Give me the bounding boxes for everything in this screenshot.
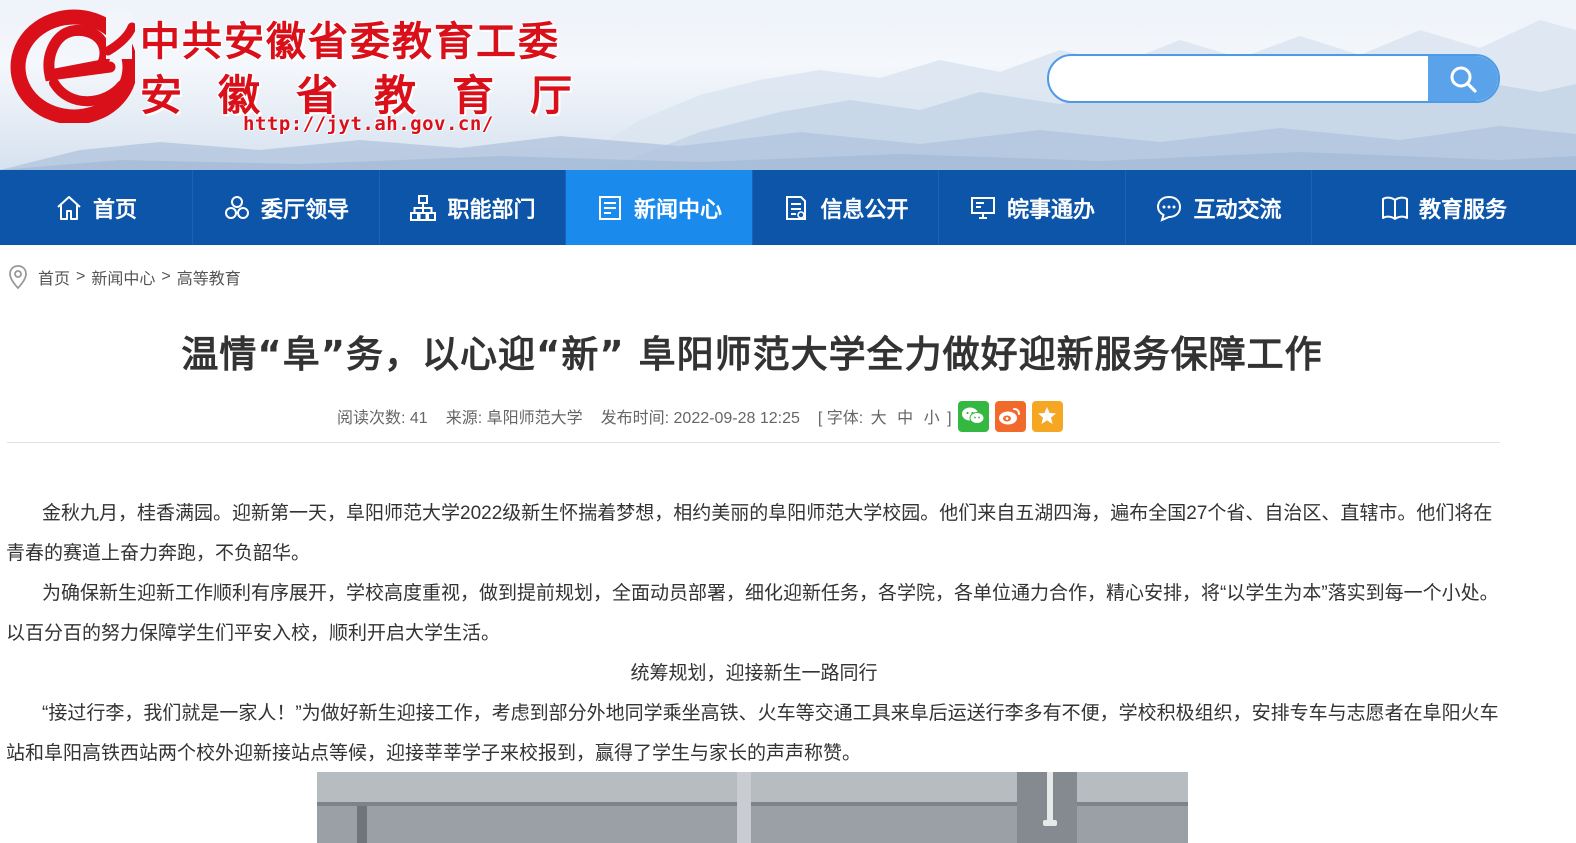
news-icon [598, 195, 621, 220]
nav-item-departments[interactable]: 职能部门 [380, 170, 566, 245]
nav-item-online-services[interactable]: 皖事通办 [939, 170, 1126, 245]
book-icon [1381, 196, 1408, 220]
nav-label: 教育服务 [1418, 196, 1507, 222]
nav-label: 信息公开 [820, 196, 909, 222]
weibo-icon [999, 408, 1021, 425]
org-chart-icon [410, 194, 437, 221]
share-wechat-button[interactable] [957, 400, 989, 432]
wechat-icon [962, 407, 985, 424]
chat-icon [1157, 195, 1182, 222]
breadcrumb: 首页 > 新闻中心 > 高等教育 [8, 263, 241, 291]
nav-label: 皖事通办 [1006, 196, 1095, 222]
article-paragraph: 金秋九月，桂香满园。迎新第一天，阜阳师范大学2022级新生怀揣着梦想，相约美丽的… [6, 503, 1493, 564]
site-url: http://jyt.ah.gov.cn/ [243, 113, 494, 135]
article-paragraph: 为确保新生迎新工作顺利有序展开，学校高度重视，做到提前规划，全面动员部署，细化迎… [6, 583, 1499, 644]
search-icon [1450, 66, 1477, 93]
font-size-switcher: [ 字体: 大 中 小 ] [818, 404, 952, 428]
nav-item-leaders[interactable]: 委厅领导 [193, 170, 380, 245]
home-icon [57, 195, 81, 220]
breadcrumb-higher-education[interactable]: 高等教育 [177, 265, 241, 289]
views-value: 41 [409, 410, 428, 427]
nav-item-home[interactable]: 首页 [0, 170, 193, 245]
article-meta: 阅读次数: 41 来源: 阜阳师范大学 发布时间: 2022-09-28 12:… [0, 400, 1576, 432]
site-title-line1: 中共安徽省委教育工委 [140, 18, 560, 65]
nav-item-interaction[interactable]: 互动交流 [1126, 170, 1312, 245]
article-source: 来源: 阜阳师范大学 [446, 404, 583, 428]
nav-label: 新闻中心 [633, 196, 722, 222]
nav-item-news[interactable]: 新闻中心 [566, 170, 753, 245]
search-button[interactable] [1428, 56, 1498, 101]
document-icon [786, 195, 807, 220]
favorite-star-icon [1038, 407, 1057, 424]
publish-time: 发布时间: 2022-09-28 12:25 [601, 404, 800, 428]
source-value: 阜阳师范大学 [486, 410, 583, 427]
search-input[interactable] [1049, 56, 1429, 101]
nav-item-info-disclosure[interactable]: 信息公开 [753, 170, 939, 245]
source-label: 来源: [445, 410, 483, 427]
nav-label: 职能部门 [447, 196, 536, 222]
nav-label: 首页 [92, 196, 137, 222]
nav-item-education-services[interactable]: 教育服务 [1312, 170, 1576, 245]
font-size-small-button[interactable]: 小 [924, 410, 940, 427]
article-title: 温情“阜”务，以心迎“新” 阜阳师范大学全力做好迎新服务保障工作 [181, 333, 1323, 376]
article-photo [317, 772, 1188, 843]
share-weibo-button[interactable] [994, 400, 1026, 432]
font-size-label-close: ] [947, 410, 952, 427]
share-favorite-button[interactable] [1031, 400, 1063, 432]
breadcrumb-separator: > [76, 268, 86, 285]
breadcrumb-news-center[interactable]: 新闻中心 [91, 265, 155, 289]
location-pin-icon [9, 265, 27, 289]
time-label: 发布时间: [600, 410, 670, 427]
meta-divider [7, 442, 1500, 443]
monitor-icon [970, 196, 995, 219]
font-size-medium-button[interactable]: 中 [897, 410, 913, 427]
breadcrumb-separator: > [161, 268, 171, 285]
nav-label: 委厅领导 [260, 196, 349, 222]
font-size-large-button[interactable]: 大 [871, 410, 887, 427]
views-count: 阅读次数: 41 [337, 404, 428, 428]
site-header: 中共安徽省委教育工委 安徽省教育厅 http://jyt.ah.gov.cn/ [0, 0, 1576, 170]
article-paragraph: “接过行李，我们就是一家人！”为做好新生迎接工作，考虑到部分外地同学乘坐高铁、火… [6, 703, 1499, 764]
time-value: 2022-09-28 12:25 [673, 410, 800, 427]
article-subheading: 统筹规划，迎接新生一路同行 [630, 663, 878, 684]
leaders-icon [224, 195, 249, 219]
article-body: 金秋九月，桂香满园。迎新第一天，阜阳师范大学2022级新生怀揣着梦想，相约美丽的… [6, 494, 1502, 774]
breadcrumb-home[interactable]: 首页 [38, 265, 70, 289]
font-size-label: [ 字体: [817, 410, 864, 427]
search-box [1047, 54, 1500, 103]
photo-station-canopy [317, 772, 1188, 843]
e-letter-logo [10, 9, 135, 123]
nav-label: 互动交流 [1193, 196, 1282, 222]
main-nav: 首页 委厅领导 职能部门 新闻中心 信息公开 皖事通办 互动交流 教育服务 [0, 170, 1576, 245]
share-buttons [957, 400, 1063, 432]
views-label: 阅读次数: [337, 410, 406, 427]
